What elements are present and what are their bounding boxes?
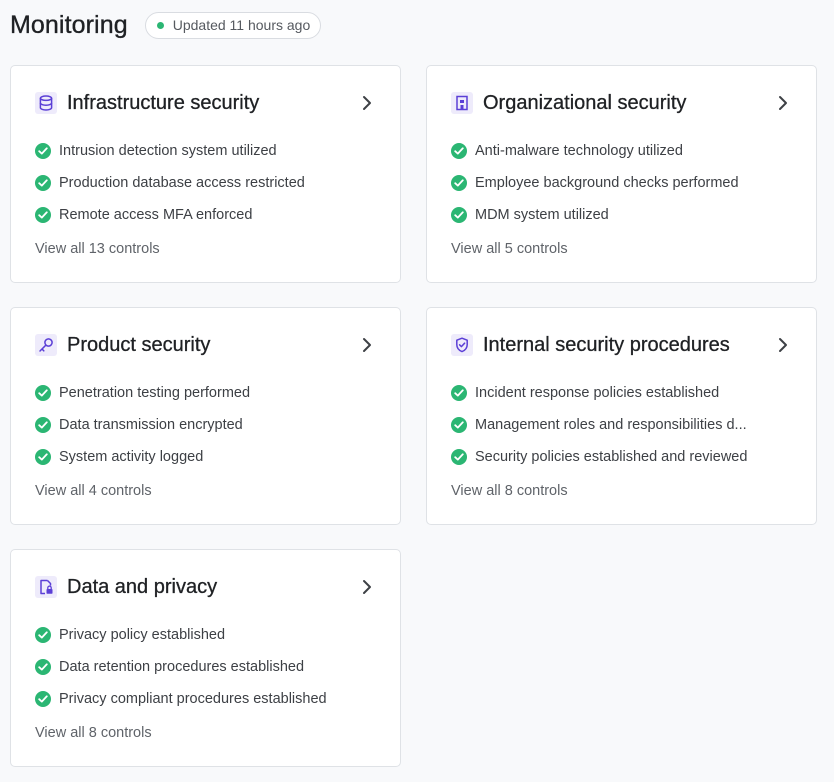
card-title: Data and privacy [67, 575, 218, 598]
card-header[interactable]: Internal security procedures [451, 332, 792, 358]
control-item: Employee background checks performed [451, 167, 792, 199]
check-circle-icon [35, 417, 51, 433]
check-circle-icon [35, 207, 51, 223]
control-item: Intrusion detection system utilized [35, 135, 376, 167]
check-circle-icon [35, 659, 51, 675]
database-icon [35, 92, 57, 114]
check-circle-icon [451, 449, 467, 465]
control-item: Management roles and responsibilities d.… [451, 409, 792, 441]
control-item: Incident response policies established [451, 377, 792, 409]
card-header[interactable]: Organizational security [451, 90, 792, 116]
check-circle-icon [35, 691, 51, 707]
chevron-right-icon[interactable] [358, 335, 376, 355]
chevron-right-icon[interactable] [774, 93, 792, 113]
card-title: Product security [67, 333, 211, 356]
view-all-controls-link[interactable]: View all 8 controls [35, 725, 152, 741]
control-item: Penetration testing performed [35, 377, 376, 409]
card-header[interactable]: Infrastructure security [35, 90, 376, 116]
control-list: Intrusion detection system utilized Prod… [35, 135, 376, 231]
control-item: Remote access MFA enforced [35, 199, 376, 231]
card-header[interactable]: Data and privacy [35, 574, 376, 600]
card-title: Organizational security [483, 91, 687, 114]
control-list: Incident response policies established M… [451, 377, 792, 473]
view-all-controls-link[interactable]: View all 4 controls [35, 483, 152, 499]
card-organizational-security[interactable]: Organizational security Anti-malware tec… [426, 65, 817, 283]
status-dot-icon [156, 21, 164, 29]
shield-check-icon [451, 334, 473, 356]
view-all-controls-link[interactable]: View all 13 controls [35, 241, 160, 257]
control-item: System activity logged [35, 441, 376, 473]
control-list: Privacy policy established Data retentio… [35, 619, 376, 715]
card-header[interactable]: Product security [35, 332, 376, 358]
control-list: Penetration testing performed Data trans… [35, 377, 376, 473]
check-circle-icon [451, 175, 467, 191]
card-product-security[interactable]: Product security Penetration testing per… [10, 307, 401, 525]
chevron-right-icon[interactable] [358, 93, 376, 113]
view-all-controls-link[interactable]: View all 5 controls [451, 241, 568, 257]
card-title: Infrastructure security [67, 91, 260, 114]
control-item: Privacy policy established [35, 619, 376, 651]
chevron-right-icon[interactable] [774, 335, 792, 355]
card-infrastructure-security[interactable]: Infrastructure security Intrusion detect… [10, 65, 401, 283]
control-list: Anti-malware technology utilized Employe… [451, 135, 792, 231]
check-circle-icon [35, 385, 51, 401]
control-item: Data retention procedures established [35, 651, 376, 683]
status-badge: Updated 11 hours ago [144, 11, 322, 39]
control-item: Data transmission encrypted [35, 409, 376, 441]
check-circle-icon [451, 385, 467, 401]
control-item: Anti-malware technology utilized [451, 135, 792, 167]
view-all-controls-link[interactable]: View all 8 controls [451, 483, 568, 499]
control-item: MDM system utilized [451, 199, 792, 231]
card-data-and-privacy[interactable]: Data and privacy Privacy policy establis… [10, 549, 401, 767]
key-icon [35, 334, 57, 356]
check-circle-icon [35, 143, 51, 159]
control-item: Production database access restricted [35, 167, 376, 199]
check-circle-icon [451, 143, 467, 159]
check-circle-icon [35, 449, 51, 465]
building-icon [451, 92, 473, 114]
control-item: Security policies established and review… [451, 441, 792, 473]
control-item: Privacy compliant procedures established [35, 683, 376, 715]
updated-text: Updated 11 hours ago [172, 17, 311, 33]
file-lock-icon [35, 576, 57, 598]
check-circle-icon [35, 175, 51, 191]
check-circle-icon [451, 417, 467, 433]
check-circle-icon [451, 207, 467, 223]
page-header: Monitoring Updated 11 hours ago [10, 8, 322, 42]
page-title: Monitoring [10, 10, 128, 39]
card-title: Internal security procedures [483, 333, 730, 356]
chevron-right-icon[interactable] [358, 577, 376, 597]
card-internal-security-procedures[interactable]: Internal security procedures Incident re… [426, 307, 817, 525]
check-circle-icon [35, 627, 51, 643]
